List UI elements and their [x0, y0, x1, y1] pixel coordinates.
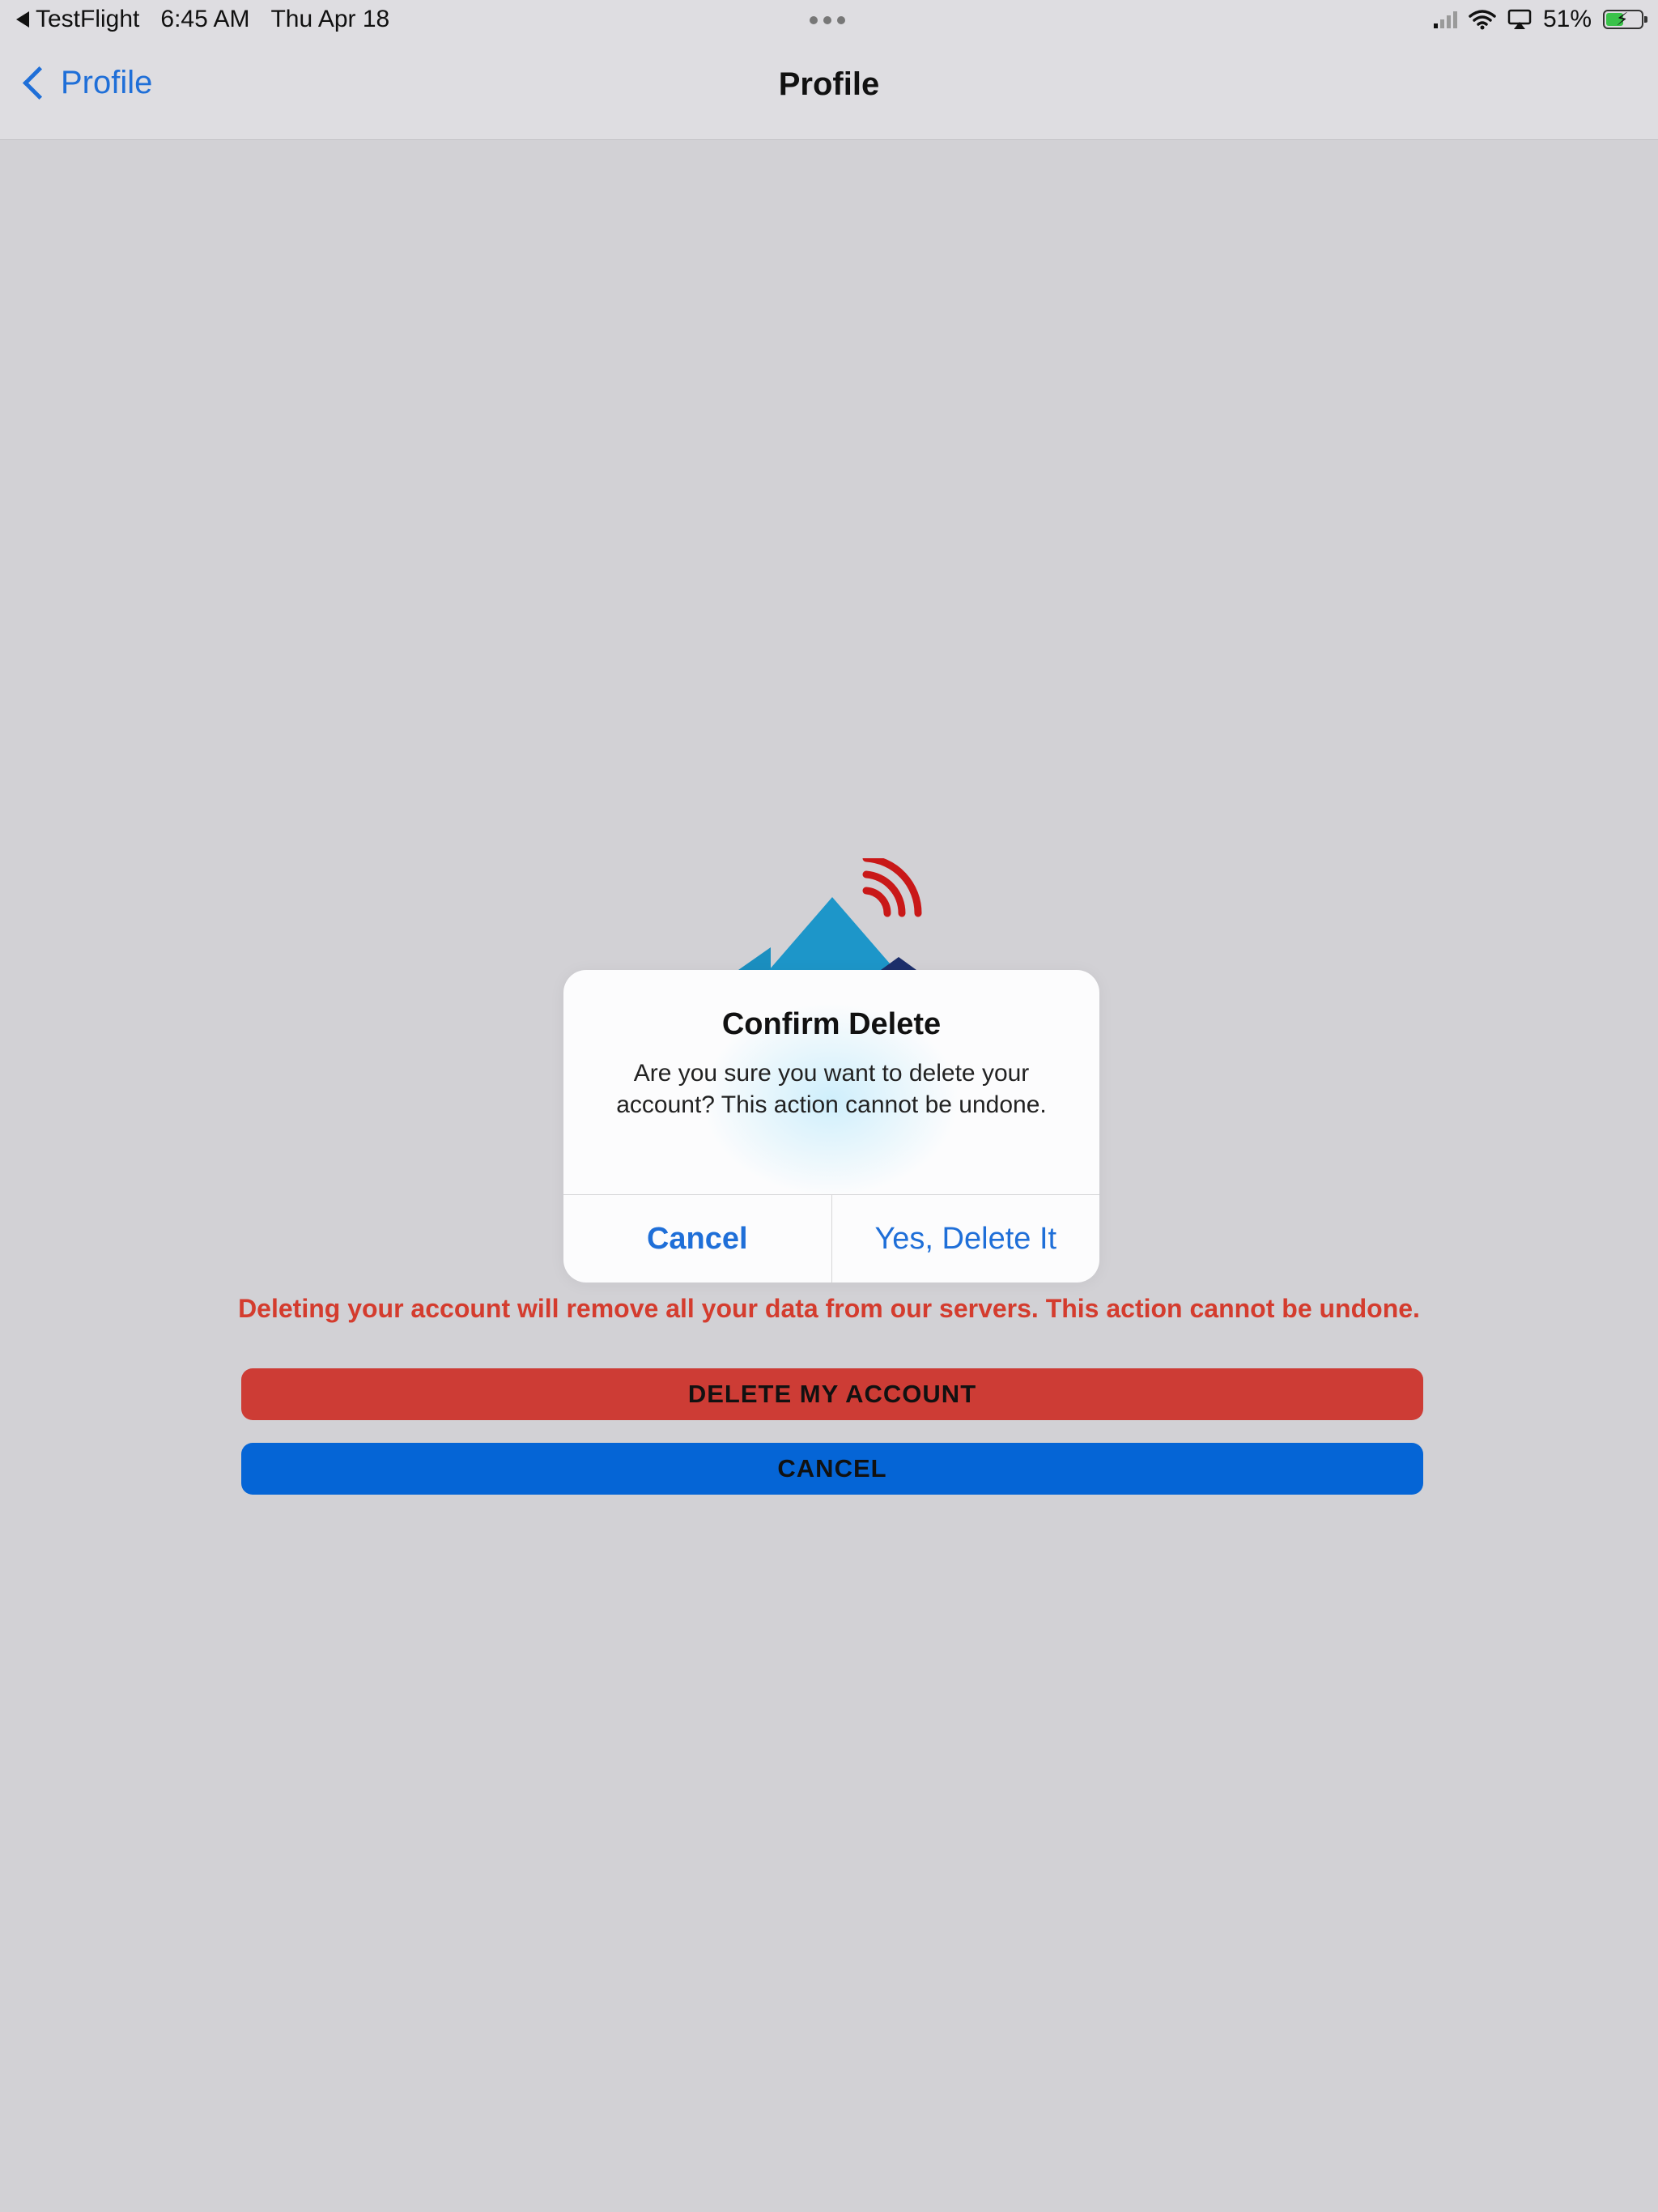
alert-actions: Cancel Yes, Delete It [563, 1194, 1099, 1283]
confirm-delete-alert: Confirm Delete Are you sure you want to … [563, 970, 1099, 1283]
battery-percent: 51% [1542, 6, 1592, 32]
navigation-bar: Profile Profile [0, 40, 1658, 140]
page-title: Profile [778, 66, 880, 102]
cellular-signal-icon [1433, 11, 1457, 28]
status-time: 6:45 AM [160, 6, 250, 32]
back-triangle-icon [16, 11, 29, 28]
airplay-icon [1507, 9, 1532, 29]
delete-account-button[interactable]: DELETE MY ACCOUNT [241, 1368, 1423, 1420]
alert-cancel-button[interactable]: Cancel [563, 1195, 832, 1283]
back-to-app[interactable]: TestFlight [16, 6, 139, 33]
alert-title: Confirm Delete [721, 1007, 942, 1041]
cancel-button[interactable]: CANCEL [241, 1443, 1423, 1495]
alert-confirm-delete-button[interactable]: Yes, Delete It [832, 1195, 1100, 1283]
status-left: TestFlight 6:45 AM Thu Apr 18 [16, 6, 389, 33]
back-app-label: TestFlight [36, 6, 140, 32]
status-right: 51% ⚡ [1433, 6, 1647, 33]
battery-icon: ⚡ [1603, 10, 1647, 29]
alert-message: Are you sure you want to delete your acc… [616, 1060, 1047, 1118]
status-date: Thu Apr 18 [270, 6, 390, 32]
wifi-icon [1469, 10, 1496, 30]
multitasking-dots-icon[interactable] [810, 16, 845, 24]
status-bar: TestFlight 6:45 AM Thu Apr 18 51% ⚡ [0, 0, 1658, 40]
delete-warning-text: Deleting your account will remove all yo… [238, 1294, 1420, 1323]
